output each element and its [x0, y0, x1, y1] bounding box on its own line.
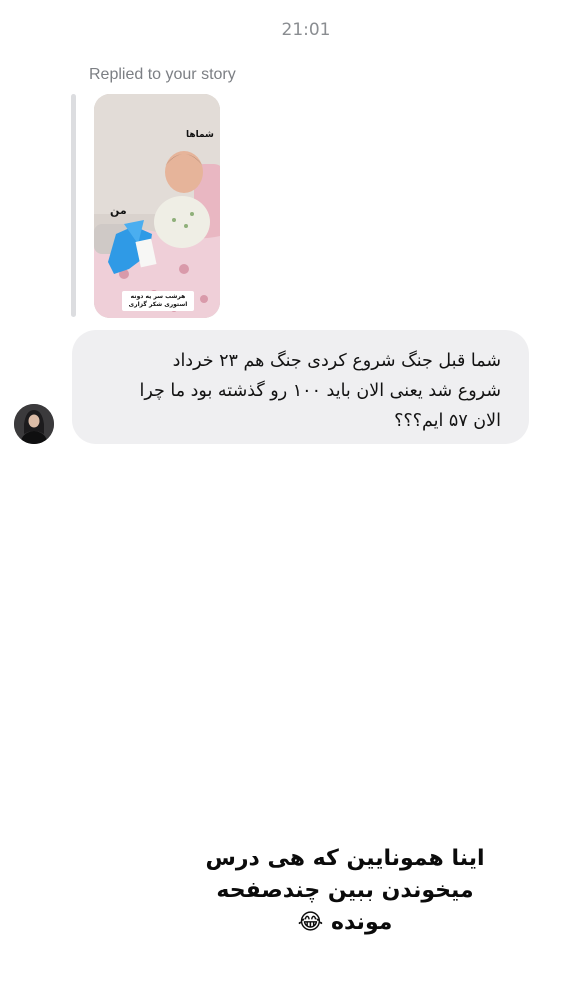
overlay-line: مونده 😂 [297, 910, 393, 935]
message-line: شروع شد یعنی الان باید ۱۰۰ رو گذشته بود … [139, 381, 501, 401]
sender-avatar[interactable] [14, 404, 54, 444]
overlay-caption: اینا همونایین که هی درس میخوندن ببین چند… [180, 843, 510, 939]
overlay-line: اینا همونایین که هی درس [205, 846, 485, 871]
message-bubble[interactable]: شما قبل جنگ شروع کردی جنگ هم ۲۳ خرداد شر… [72, 330, 529, 444]
story-tag-top: شماها [186, 130, 214, 140]
message-timestamp: 21:01 [281, 20, 331, 40]
reply-quote-bar [71, 94, 76, 317]
story-thumbnail[interactable]: شماها من هرشب سر یه دونه استوری شکر گزار… [94, 94, 220, 318]
message-line: شما قبل جنگ شروع کردی جنگ هم ۲۳ خرداد [172, 351, 501, 371]
story-caption: هرشب سر یه دونه استوری شکر گزاری [122, 291, 194, 311]
story-tag-side: من [110, 204, 127, 217]
overlay-line: میخوندن ببین چندصفحه [216, 878, 474, 903]
story-reply-label: Replied to your story [89, 66, 236, 83]
avatar-photo [14, 404, 54, 444]
message-line: الان ۵۷ ایم؟؟؟ [394, 411, 501, 431]
